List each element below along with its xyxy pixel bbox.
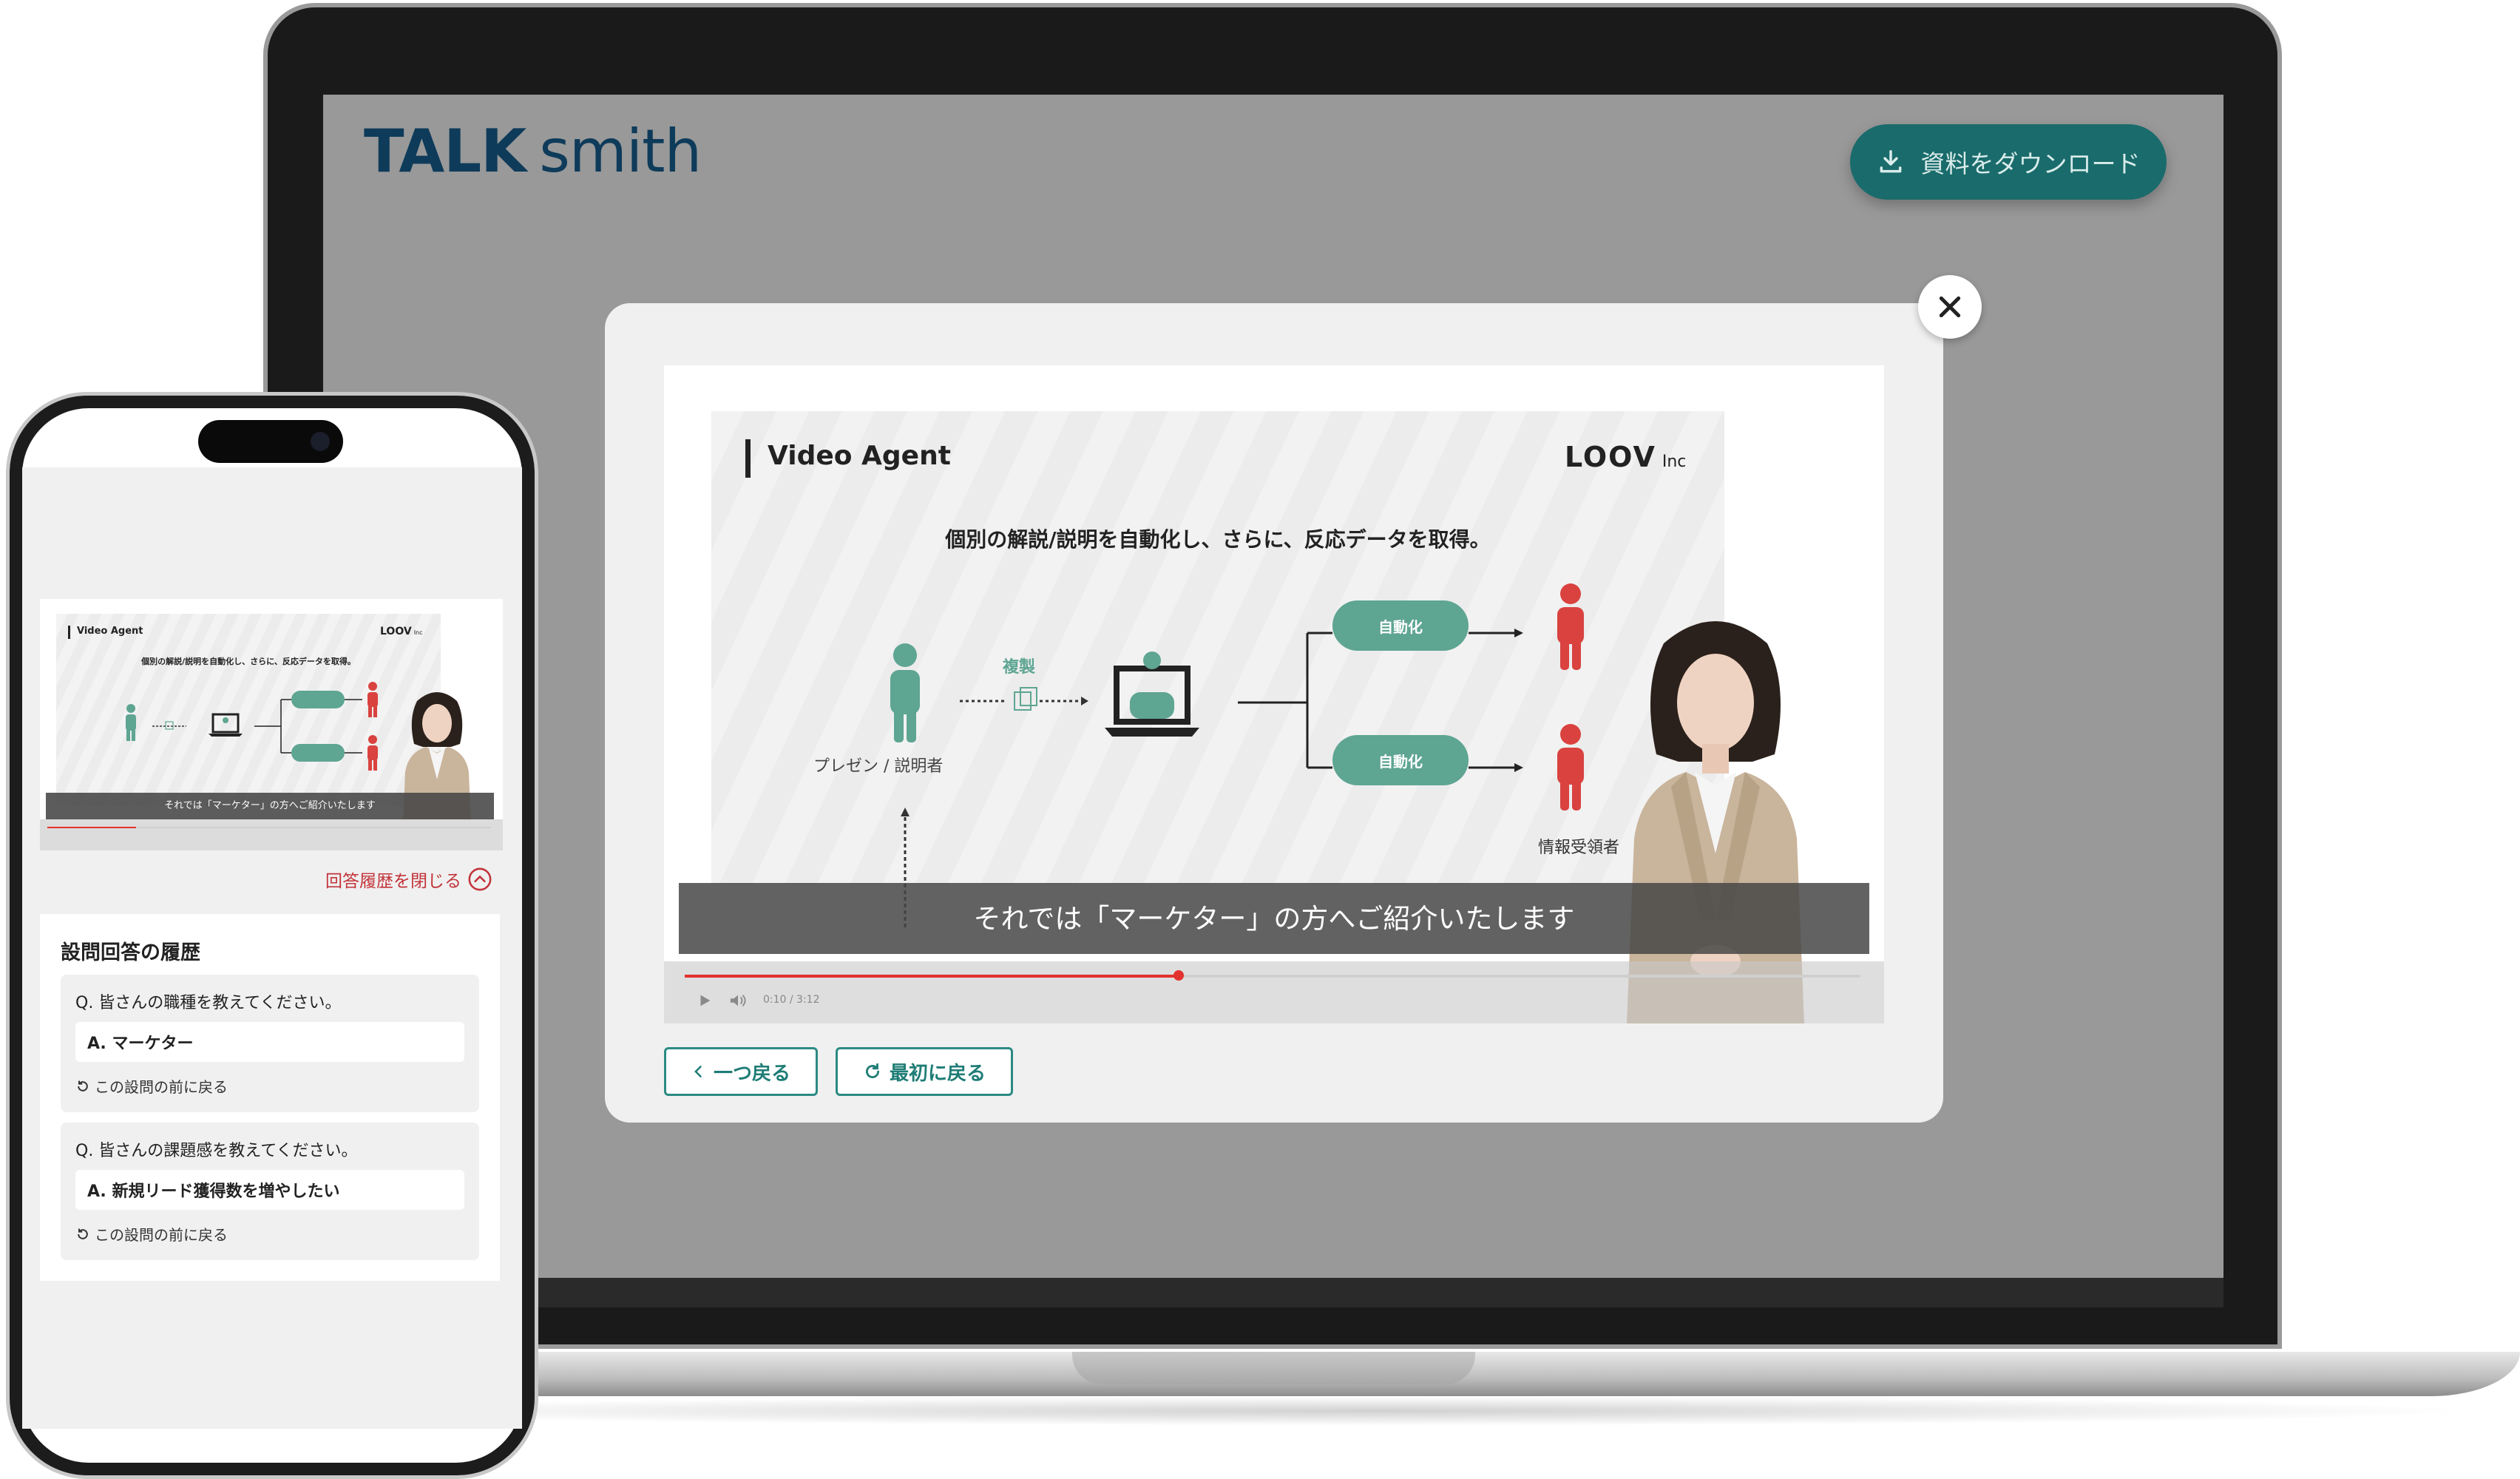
download-materials-button[interactable]: 資料をダウンロード <box>1850 124 2167 200</box>
qa-item: Q. 皆さんの職種を教えてください。 A. マーケター この設問の前に戻る <box>61 975 479 1112</box>
chevron-up-circle-icon <box>468 867 492 891</box>
receiver-person-icon-bottom <box>1557 724 1584 810</box>
laptop-notch <box>1072 1352 1475 1384</box>
back-one-button[interactable]: 一つ戻る <box>664 1047 818 1096</box>
mobile-receiver-icon-top <box>368 682 378 717</box>
undo-icon <box>78 1228 88 1239</box>
qa-back-link[interactable]: この設問の前に戻る <box>75 1075 228 1097</box>
close-modal-button[interactable] <box>1918 275 1982 339</box>
download-icon <box>1880 150 1901 173</box>
replicate-arrow <box>960 687 1088 711</box>
close-history-label: 回答履歴を閉じる <box>325 872 461 891</box>
presenter-label: プレゼン / 説明者 <box>813 757 944 776</box>
phone-camera <box>311 432 330 451</box>
restart-button[interactable]: 最初に戻る <box>836 1047 1013 1096</box>
qa-answer: A. 新規リード獲得数を増やしたい <box>75 1170 464 1210</box>
close-icon <box>1939 296 1961 318</box>
automate-badge-bottom: 自動化 <box>1332 735 1469 785</box>
qa-back-label: この設問の前に戻る <box>95 1226 228 1244</box>
playback-time: 0:10 / 3:12 <box>763 994 820 1006</box>
receiver-person-icon-top <box>1557 583 1584 670</box>
qa-answer: A. マーケター <box>75 1022 464 1062</box>
mobile-laptop-icon <box>209 713 243 737</box>
arrow-top-head <box>1514 629 1523 637</box>
answer-history-title: 設問回答の履歴 <box>61 941 200 964</box>
volume-icon[interactable] <box>728 992 748 1009</box>
mobile-player-controls <box>40 819 503 850</box>
receiver-label: 情報受領者 <box>1538 839 1620 857</box>
mobile-slide-diagram <box>126 682 378 771</box>
qa-question: Q. 皆さんの課題感を教えてください。 <box>75 1142 358 1160</box>
brand-logo-light: smith <box>539 117 702 186</box>
arrow-bottom-head <box>1514 763 1523 772</box>
mobile-video-subtitle: それでは「マーケター」の方へご紹介いたします <box>164 800 376 811</box>
qa-back-label: この設問の前に戻る <box>95 1078 228 1096</box>
mobile-progress-fill <box>47 827 136 828</box>
undo-icon <box>78 1080 88 1092</box>
back-one-label: 一つ戻る <box>713 1062 790 1085</box>
mobile-presenter-icon <box>126 704 136 741</box>
restart-icon <box>866 1063 879 1078</box>
replicate-label: 複製 <box>1003 658 1036 677</box>
play-icon[interactable] <box>697 992 713 1009</box>
chevron-left-icon <box>694 1066 702 1077</box>
restart-label: 最初に戻る <box>889 1062 986 1085</box>
qa-back-link[interactable]: この設問の前に戻る <box>75 1223 228 1245</box>
mobile-receiver-icon-bottom <box>368 735 378 771</box>
qa-question: Q. 皆さんの職種を教えてください。 <box>75 994 342 1012</box>
progress-fill <box>685 975 1179 978</box>
laptop-agent-icon <box>1105 651 1199 737</box>
progress-handle[interactable] <box>1173 970 1184 981</box>
close-history-link[interactable]: 回答履歴を閉じる <box>325 867 492 892</box>
presenter-person-icon <box>890 643 920 742</box>
brand-logo-bold: TALK <box>364 117 526 186</box>
laptop-shadow <box>266 1396 2485 1426</box>
brand-logo: TALK smith <box>364 117 702 186</box>
automate-badge-top: 自動化 <box>1332 600 1469 651</box>
feedback-arrow-head <box>901 808 910 816</box>
download-materials-label: 資料をダウンロード <box>1920 149 2141 178</box>
video-subtitle: それでは「マーケター」の方へご紹介いたします <box>973 903 1575 935</box>
qa-item: Q. 皆さんの課題感を教えてください。 A. 新規リード獲得数を増やしたい この… <box>61 1123 479 1260</box>
player-controls-bar <box>664 961 1884 1023</box>
laptop-chin <box>323 1278 2223 1307</box>
